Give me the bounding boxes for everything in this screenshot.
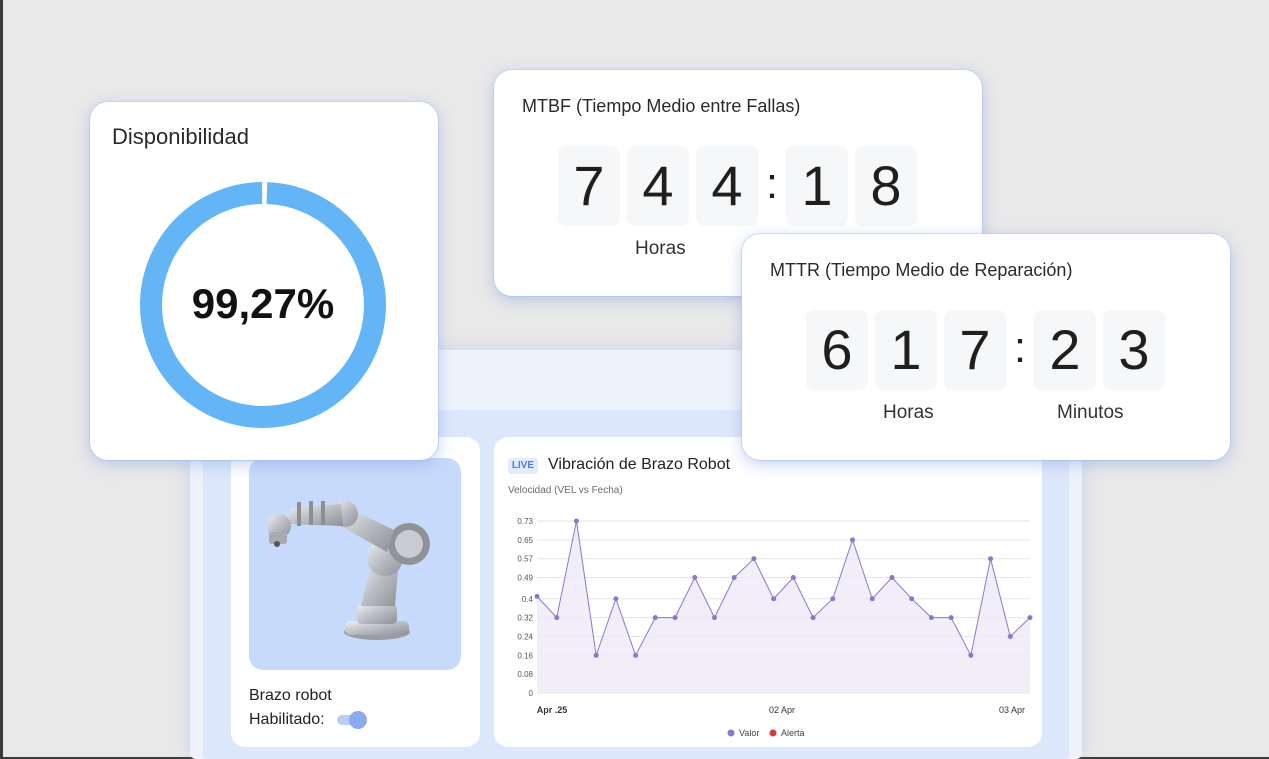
data-point — [771, 596, 777, 602]
data-point — [593, 652, 599, 658]
data-point — [692, 575, 698, 581]
y-tick-label: 0.32 — [517, 614, 533, 623]
window-edge-left — [0, 0, 3, 759]
mttr-digit: 1 — [875, 310, 937, 390]
y-tick-label: 0.57 — [517, 555, 533, 564]
mtbf-digit: 8 — [855, 146, 917, 226]
data-point — [889, 575, 895, 581]
robot-enabled-label: Habilitado: — [249, 711, 325, 728]
data-point — [1027, 615, 1033, 621]
data-point — [948, 615, 954, 621]
x-tick-label: 02 Apr — [769, 705, 795, 715]
mttr-hours-label: Horas — [883, 402, 934, 423]
y-tick-label: 0.73 — [517, 517, 533, 526]
y-tick-label: 0.65 — [517, 536, 533, 545]
availability-card: Disponibilidad 99,27% — [90, 102, 438, 460]
vibration-line-chart: 0.73 0.65 0.57 0.49 0.4 0.32 0.24 0.16 0.08 0Apr … — [517, 517, 1033, 738]
data-point — [988, 556, 994, 562]
y-tick-label: 0.24 — [517, 632, 533, 641]
data-point — [928, 615, 934, 621]
mttr-separator: : — [1013, 323, 1027, 372]
data-point — [869, 596, 875, 602]
y-tick-label: 0.49 — [517, 574, 533, 583]
y-tick-label: 0.16 — [517, 651, 533, 660]
toggle-knob — [349, 711, 367, 729]
legend-label: Valor — [739, 728, 759, 738]
data-point — [672, 615, 678, 621]
mtbf-separator: : — [765, 159, 779, 208]
data-point — [968, 652, 974, 658]
availability-title: Disponibilidad — [112, 124, 249, 149]
mttr-minutes-label: Minutos — [1057, 402, 1124, 423]
mttr-digit: 7 — [944, 310, 1006, 390]
y-tick-label: 0.4 — [522, 595, 534, 604]
data-point — [790, 575, 796, 581]
data-point — [534, 593, 540, 599]
mtbf-hours-label: Horas — [635, 238, 686, 259]
mtbf-digit: 4 — [696, 146, 758, 226]
robot-enabled-toggle[interactable] — [337, 710, 369, 730]
data-point — [909, 596, 915, 602]
mttr-card: MTTR (Tiempo Medio de Reparación) 6 1 7 … — [742, 234, 1230, 460]
robot-name: Brazo robot — [249, 687, 332, 704]
x-tick-label: 03 Apr — [999, 705, 1025, 715]
x-tick-label: Apr .25 — [537, 705, 568, 715]
legend-marker — [727, 729, 735, 737]
mtbf-title: MTBF (Tiempo Medio entre Fallas) — [522, 96, 801, 116]
chart-title: Vibración de Brazo Robot — [548, 456, 731, 473]
data-point — [711, 615, 717, 621]
data-point — [731, 575, 737, 581]
data-point — [633, 652, 639, 658]
data-point — [613, 596, 619, 602]
live-badge: LIVE — [508, 458, 538, 474]
data-point — [1007, 633, 1013, 639]
data-point — [810, 615, 816, 621]
legend-label: Alerta — [781, 728, 805, 738]
robot-arm-image — [249, 458, 461, 670]
data-point — [573, 518, 579, 524]
mtbf-digit: 7 — [558, 146, 620, 226]
mttr-title: MTTR (Tiempo Medio de Reparación) — [770, 260, 1073, 280]
mttr-digit: 3 — [1103, 310, 1165, 390]
chart-subtitle: Velocidad (VEL vs Fecha) — [508, 485, 623, 496]
series-area — [537, 521, 1030, 693]
data-point — [850, 537, 856, 543]
y-tick-label: 0 — [529, 689, 534, 698]
data-point — [652, 615, 658, 621]
data-point — [830, 596, 836, 602]
data-point — [554, 615, 560, 621]
y-tick-label: 0.08 — [517, 670, 533, 679]
legend-marker — [769, 729, 777, 737]
availability-value: 99,27% — [191, 280, 335, 327]
mtbf-digit: 1 — [786, 146, 848, 226]
mtbf-digit: 4 — [627, 146, 689, 226]
data-point — [751, 556, 757, 562]
mttr-digit: 6 — [806, 310, 868, 390]
mttr-digit: 2 — [1034, 310, 1096, 390]
